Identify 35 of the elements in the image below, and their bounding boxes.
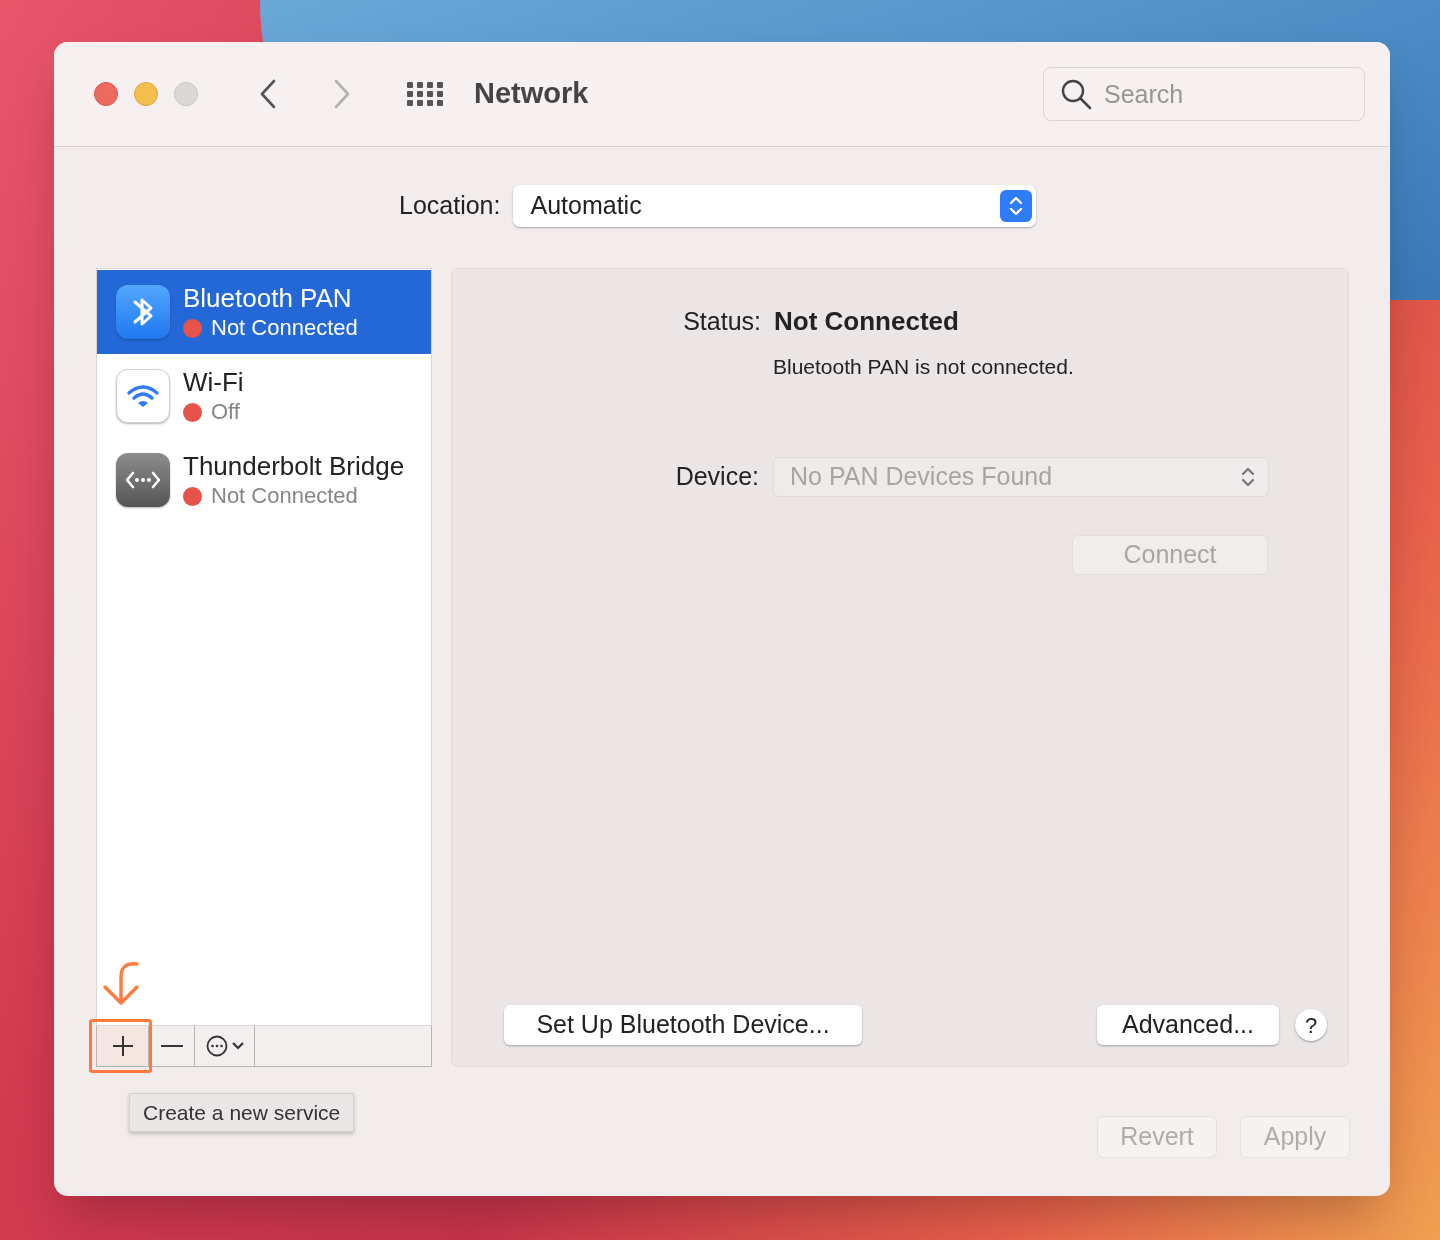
setup-bluetooth-button[interactable]: Set Up Bluetooth Device... (504, 1005, 862, 1045)
service-status: Not Connected (211, 314, 358, 342)
help-button[interactable]: ? (1295, 1009, 1327, 1041)
location-label: Location: (399, 190, 501, 222)
ellipsis-circle-icon (205, 1035, 228, 1057)
window-title: Network (474, 76, 589, 112)
service-item[interactable]: Thunderbolt Bridge Not Connected (97, 438, 431, 522)
status-value: Not Connected (774, 305, 959, 338)
tooltip: Create a new service (129, 1093, 355, 1132)
status-description: Bluetooth PAN is not connected. (773, 354, 1075, 380)
add-button[interactable] (97, 1026, 149, 1066)
device-label: Device: (674, 460, 759, 492)
advanced-button[interactable]: Advanced... (1097, 1005, 1279, 1045)
plus-icon (111, 1035, 134, 1057)
service-name: Bluetooth PAN (183, 282, 353, 314)
close-button[interactable] (94, 82, 118, 106)
location-popup[interactable]: Automatic (513, 185, 1037, 227)
stepper-icon (1000, 190, 1033, 222)
service-name: Thunderbolt Bridge (183, 450, 405, 482)
minus-icon (160, 1044, 183, 1048)
service-name: Wi-Fi (183, 366, 244, 398)
service-item[interactable]: Wi-Fi Off (97, 354, 431, 438)
search-icon (1060, 78, 1092, 110)
status-label: Status: (682, 306, 761, 337)
grid-icon[interactable] (406, 81, 444, 107)
bluetooth-icon (116, 285, 170, 339)
wifi-icon (116, 369, 170, 423)
service-item[interactable]: Bluetooth PAN Not Connected (97, 270, 431, 354)
highlight-frame (89, 1019, 152, 1073)
service-status: Off (211, 398, 240, 426)
annotation-arrow (101, 961, 141, 1007)
network-arrows-icon (116, 453, 170, 507)
search-field[interactable]: Search (1043, 67, 1365, 121)
chevron-down-icon (231, 1042, 244, 1050)
service-status: Not Connected (211, 482, 358, 510)
